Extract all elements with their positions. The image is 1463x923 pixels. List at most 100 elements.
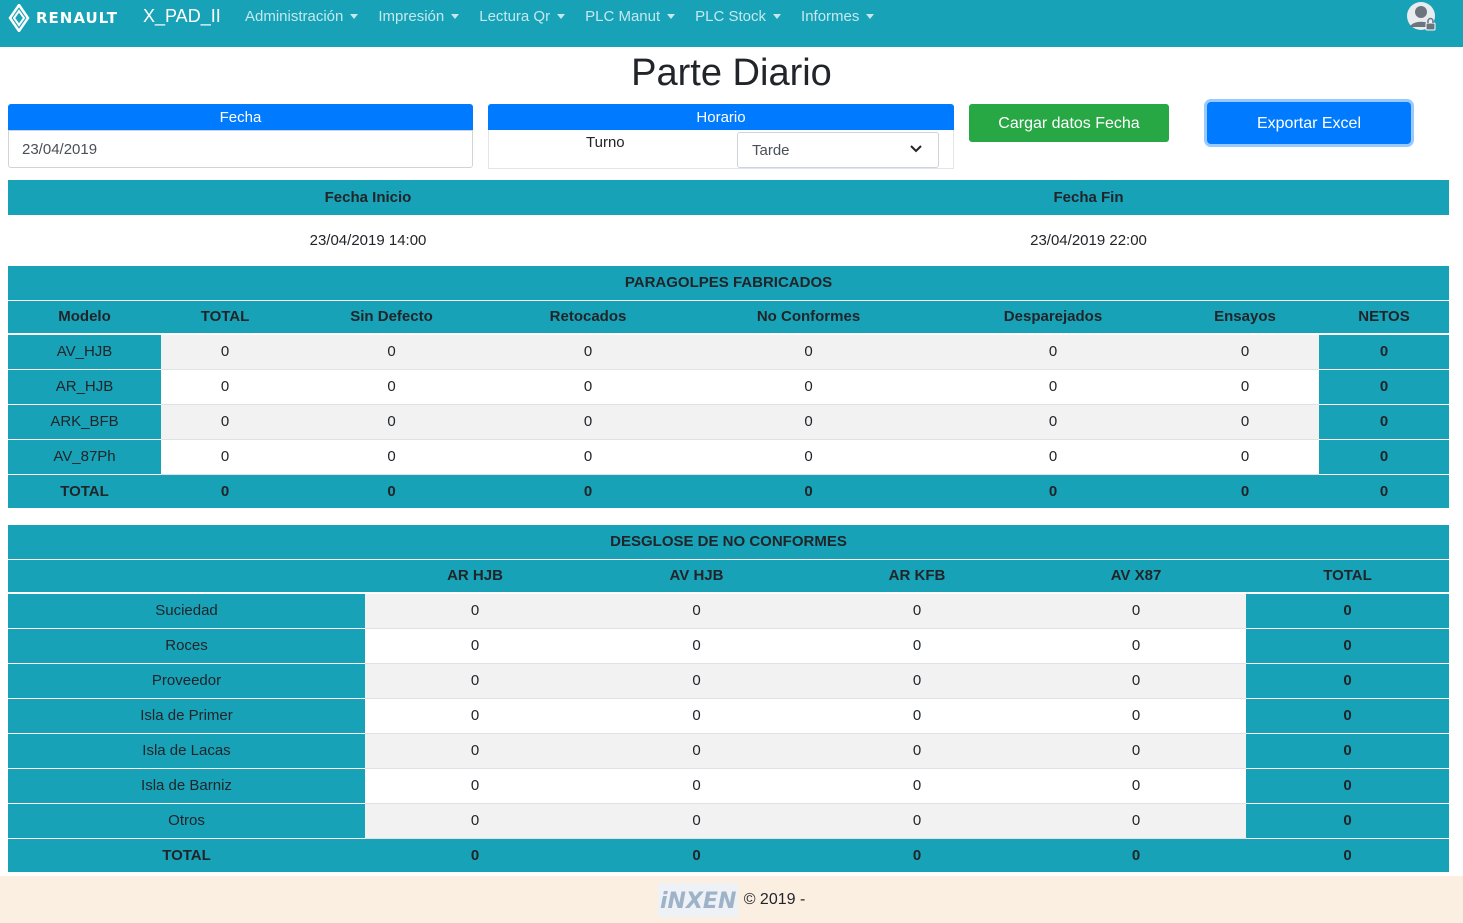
- table-cell: 0: [365, 698, 585, 734]
- row-total-cell: 0: [1246, 663, 1449, 699]
- horario-label: Horario: [488, 104, 954, 130]
- table-cell: 0: [808, 733, 1026, 769]
- footer: iNXEN © 2019 -: [0, 876, 1463, 923]
- table-cell: 0: [1026, 768, 1246, 804]
- table-cell: 0: [494, 439, 682, 475]
- table-cell: 0: [585, 768, 808, 804]
- defect-label: Isla de Primer: [8, 698, 365, 734]
- col-header: Desparejados: [935, 300, 1171, 335]
- row-total-cell: 0: [1246, 698, 1449, 734]
- total-cell: 0: [585, 838, 808, 872]
- fecha-fin-header: Fecha Fin: [728, 180, 1449, 215]
- table-cell: 0: [289, 439, 494, 475]
- nav-menu: Administración Impresión Lectura Qr PLC …: [245, 8, 894, 25]
- fecha-inicio-header: Fecha Inicio: [8, 180, 728, 215]
- footer-copyright: © 2019 -: [743, 890, 806, 908]
- table-cell: 0: [365, 663, 585, 699]
- table-cell: 0: [682, 404, 935, 440]
- defect-label: Isla de Lacas: [8, 733, 365, 769]
- model-label: AR_HJB: [8, 369, 161, 405]
- table-cell: 0: [1026, 593, 1246, 629]
- renault-logo-icon: [8, 4, 30, 32]
- table-cell: 0: [161, 334, 289, 370]
- load-date-button[interactable]: Cargar datos Fecha: [969, 104, 1169, 142]
- fecha-inicio-value: 23/04/2019 14:00: [8, 215, 728, 267]
- model-label: AV_HJB: [8, 334, 161, 370]
- col-header: AR KFB: [808, 559, 1026, 594]
- navbar: RENAULT X_PAD_II Administración Impresió…: [0, 0, 1463, 47]
- caret-down-icon: [773, 14, 782, 19]
- table-cell: 0: [808, 768, 1026, 804]
- col-header: [8, 559, 365, 594]
- caret-down-icon: [451, 14, 460, 19]
- turno-label: Turno: [586, 134, 625, 151]
- col-header: TOTAL: [161, 300, 289, 335]
- export-excel-button[interactable]: Exportar Excel: [1207, 102, 1411, 144]
- table-cell: 0: [365, 733, 585, 769]
- turno-selected-value: Tarde: [752, 142, 790, 159]
- app-name[interactable]: X_PAD_II: [143, 6, 221, 27]
- caret-down-icon: [350, 14, 359, 19]
- table-cell: 0: [161, 369, 289, 405]
- menu-lectura-qr[interactable]: Lectura Qr: [479, 8, 566, 25]
- menu-administracion[interactable]: Administración: [245, 8, 359, 25]
- col-header: Modelo: [8, 300, 161, 335]
- svg-text:iNXEN: iNXEN: [660, 889, 736, 914]
- menu-label: Lectura Qr: [479, 8, 551, 25]
- table-cell: 0: [808, 593, 1026, 629]
- table-cell: 0: [494, 334, 682, 370]
- fecha-input[interactable]: 23/04/2019: [8, 130, 473, 168]
- net-cell: 0: [1319, 404, 1449, 440]
- total-cell: 0: [289, 474, 494, 508]
- table-row: Roces 0 0 0 0 0: [8, 628, 1449, 664]
- table-cell: 0: [808, 628, 1026, 664]
- col-header: AV HJB: [585, 559, 808, 594]
- defect-label: Roces: [8, 628, 365, 664]
- menu-informes[interactable]: Informes: [801, 8, 875, 25]
- table-cell: 0: [365, 768, 585, 804]
- net-cell: 0: [1319, 369, 1449, 405]
- nonconform-caption: DESGLOSE DE NO CONFORMES: [8, 525, 1449, 560]
- table-cell: 0: [682, 439, 935, 475]
- brand[interactable]: RENAULT: [8, 4, 118, 32]
- menu-label: PLC Manut: [585, 8, 661, 25]
- table-cell: 0: [494, 369, 682, 405]
- table-cell: 0: [289, 334, 494, 370]
- table-row: Suciedad 0 0 0 0 0: [8, 593, 1449, 629]
- total-cell: 0: [365, 838, 585, 872]
- menu-impresion[interactable]: Impresión: [378, 8, 460, 25]
- table-cell: 0: [1026, 803, 1246, 839]
- col-header: TOTAL: [1246, 559, 1449, 594]
- user-lock-icon[interactable]: [1406, 1, 1438, 33]
- model-label: ARK_BFB: [8, 404, 161, 440]
- menu-label: Administración: [245, 8, 344, 25]
- table-cell: 0: [1171, 334, 1319, 370]
- table-cell: 0: [289, 369, 494, 405]
- chevron-down-icon: [910, 145, 922, 153]
- table-row: Otros 0 0 0 0 0: [8, 803, 1449, 839]
- table-cell: 0: [161, 439, 289, 475]
- menu-label: PLC Stock: [695, 8, 767, 25]
- fecha-fin-value: 23/04/2019 22:00: [728, 215, 1449, 267]
- turno-select[interactable]: Tarde: [737, 132, 939, 168]
- table-row: Isla de Barniz 0 0 0 0 0: [8, 768, 1449, 804]
- table-cell: 0: [1026, 628, 1246, 664]
- table-row: AV_87Ph 0 0 0 0 0 0 0: [8, 439, 1449, 475]
- brand-name: RENAULT: [36, 9, 118, 27]
- menu-plc-stock[interactable]: PLC Stock: [695, 8, 782, 25]
- total-row: TOTAL 0 0 0 0 0 0 0: [8, 474, 1449, 508]
- table-cell: 0: [494, 404, 682, 440]
- caret-down-icon: [667, 14, 676, 19]
- table-row: Isla de Lacas 0 0 0 0 0: [8, 733, 1449, 769]
- net-cell: 0: [1319, 334, 1449, 370]
- total-net-cell: 0: [1246, 838, 1449, 872]
- table-row: AV_HJB 0 0 0 0 0 0 0: [8, 334, 1449, 370]
- menu-plc-manut[interactable]: PLC Manut: [585, 8, 676, 25]
- table-cell: 0: [365, 803, 585, 839]
- total-cell: 0: [494, 474, 682, 508]
- production-table: PARAGOLPES FABRICADOS Modelo TOTAL Sin D…: [8, 266, 1449, 508]
- table-row: Isla de Primer 0 0 0 0 0: [8, 698, 1449, 734]
- table-cell: 0: [935, 404, 1171, 440]
- table-cell: 0: [808, 803, 1026, 839]
- col-header: No Conformes: [682, 300, 935, 335]
